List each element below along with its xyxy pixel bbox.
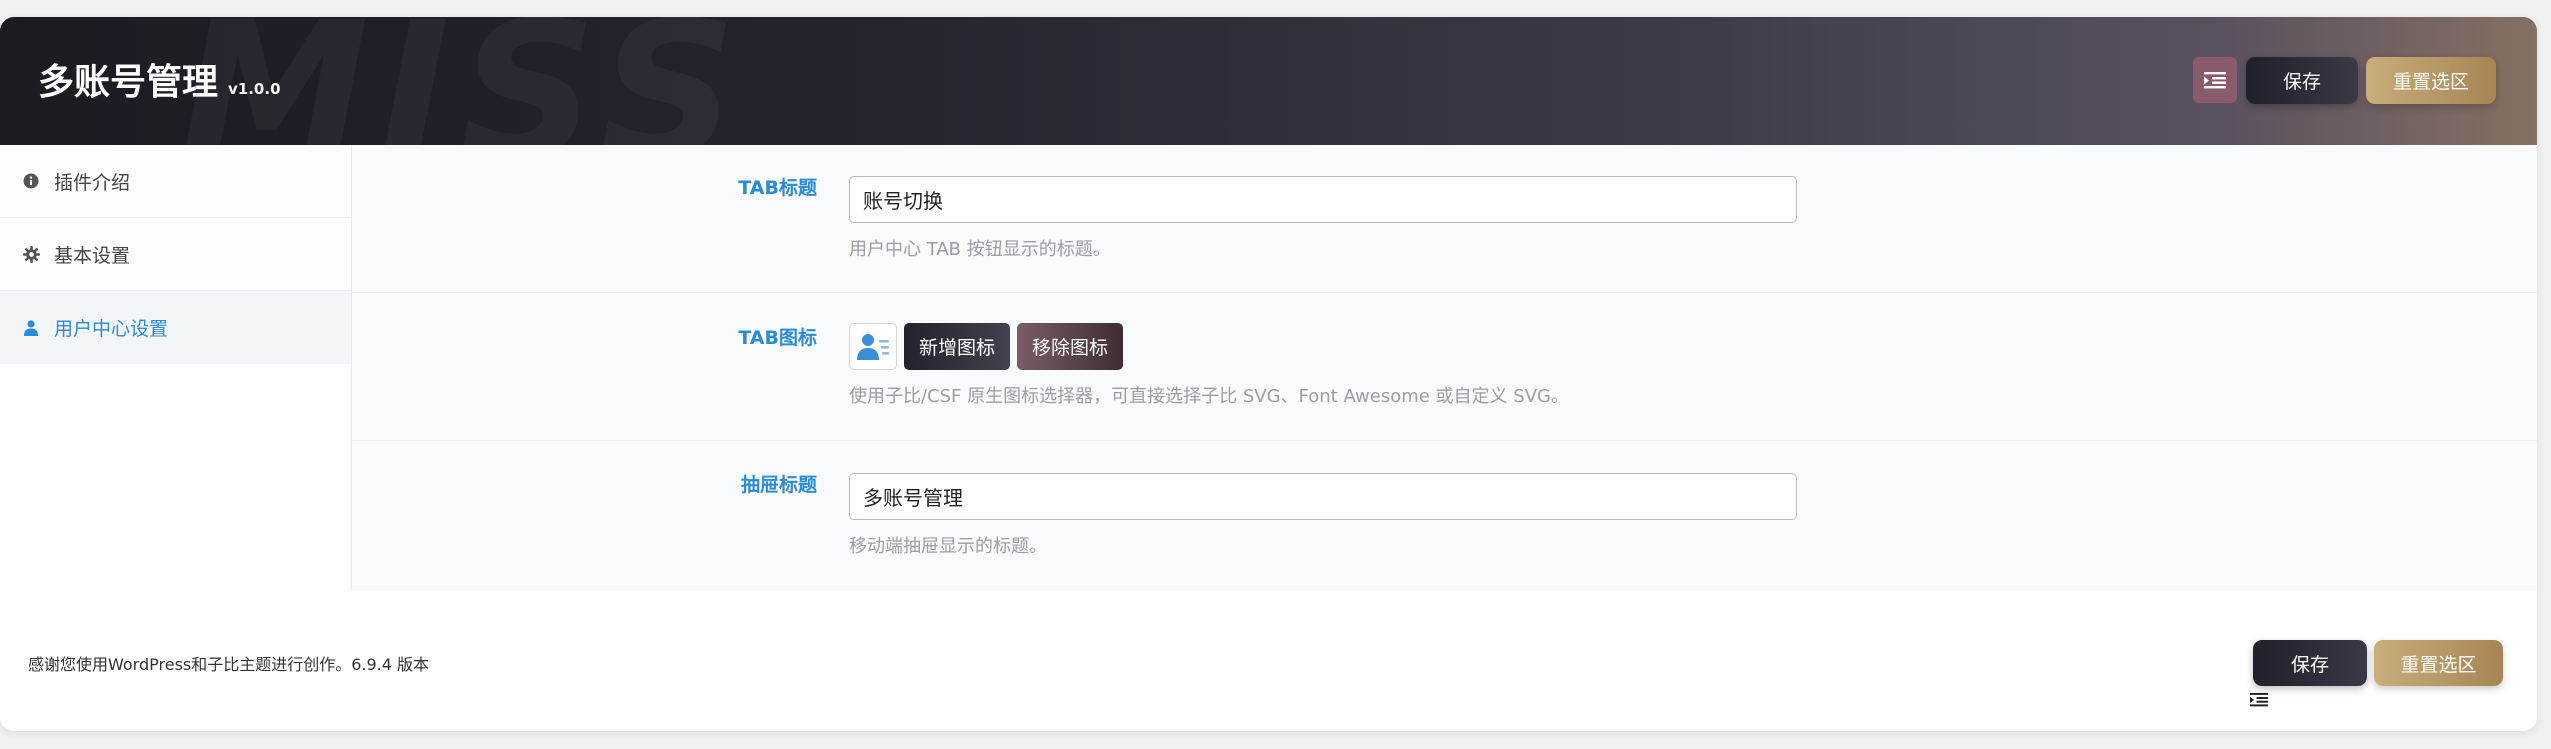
settings-content: TAB标题 账号切换 用户中心 TAB 按钮显示的标题。 TAB图标 新增图标 … — [352, 145, 2537, 591]
footer-save-button[interactable]: 保存 — [2253, 640, 2367, 686]
sidebar-item-basic-settings[interactable]: 基本设置 — [0, 218, 351, 291]
panel-footer: 感谢您使用WordPress和子比主题进行创作。6.9.4 版本 保存 重置选区 — [0, 591, 2537, 731]
tab-title-label: TAB标题 — [738, 177, 817, 199]
info-circle-icon — [22, 172, 40, 190]
tab-icon-preview[interactable] — [849, 323, 897, 370]
tab-icon-description: 使用子比/CSF 原生图标选择器，可直接选择子比 SVG、Font Awesom… — [849, 386, 1569, 407]
drawer-title-label: 抽屉标题 — [740, 474, 817, 496]
gear-icon — [22, 245, 40, 263]
drawer-title-description: 移动端抽屉显示的标题。 — [849, 536, 1047, 557]
field-row-tab-icon: TAB图标 新增图标 移除图标 使用子比/CSF 原生图标选择器，可直接选择子比… — [352, 293, 2537, 441]
user-list-icon — [857, 333, 889, 360]
sidebar-item-plugin-intro[interactable]: 插件介绍 — [0, 145, 351, 218]
footer-credit: 感谢您使用WordPress和子比主题进行创作。6.9.4 版本 — [28, 655, 430, 674]
indent-list-icon — [2204, 72, 2226, 89]
user-icon — [22, 319, 40, 337]
field-row-drawer-title: 抽屉标题 多账号管理 移动端抽屉显示的标题。 — [352, 441, 2537, 591]
drawer-title-input[interactable]: 多账号管理 — [849, 473, 1797, 520]
page-title: 多账号管理 v1.0.0 — [38, 53, 281, 105]
footer-reset-section-button[interactable]: 重置选区 — [2374, 640, 2503, 686]
tab-icon-controls: 新增图标 移除图标 — [849, 323, 1569, 370]
tab-icon-field: 新增图标 移除图标 使用子比/CSF 原生图标选择器，可直接选择子比 SVG、F… — [849, 323, 1569, 408]
sidebar-item-user-center-settings[interactable]: 用户中心设置 — [0, 291, 351, 364]
tab-title-input[interactable]: 账号切换 — [849, 176, 1797, 223]
tab-title-description: 用户中心 TAB 按钮显示的标题。 — [849, 239, 1111, 260]
indent-list-icon[interactable] — [2250, 692, 2268, 710]
drawer-title-field: 多账号管理 移动端抽屉显示的标题。 — [849, 473, 1797, 558]
version-badge: v1.0.0 — [228, 80, 281, 98]
sidebar-item-label: 基本设置 — [54, 244, 131, 267]
sidebar-item-label: 用户中心设置 — [54, 318, 169, 340]
options-panel: MISS 多账号管理 v1.0.0 保存 重置选区 — [0, 17, 2537, 731]
header-save-button[interactable]: 保存 — [2246, 57, 2358, 104]
panel-header: MISS 多账号管理 v1.0.0 保存 重置选区 — [0, 17, 2537, 145]
add-icon-button[interactable]: 新增图标 — [904, 323, 1011, 370]
tab-icon-label: TAB图标 — [738, 327, 817, 349]
field-row-tab-title: TAB标题 账号切换 用户中心 TAB 按钮显示的标题。 — [352, 145, 2537, 293]
page-title-text: 多账号管理 — [38, 62, 219, 103]
expand-toggle-button[interactable] — [2193, 57, 2237, 103]
remove-icon-button[interactable]: 移除图标 — [1017, 323, 1124, 370]
header-reset-section-button[interactable]: 重置选区 — [2366, 57, 2496, 104]
sidebar-nav: 插件介绍 基本设置 用户中心设置 — [0, 145, 352, 591]
sidebar-item-label: 插件介绍 — [54, 171, 131, 194]
tab-title-field: 账号切换 用户中心 TAB 按钮显示的标题。 — [849, 176, 1797, 261]
